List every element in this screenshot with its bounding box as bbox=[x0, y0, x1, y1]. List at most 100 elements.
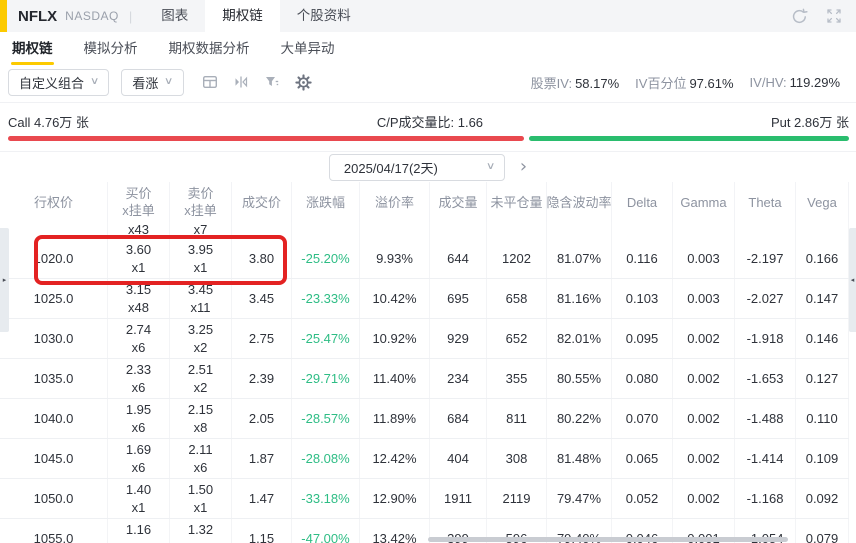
volume-value: 644 bbox=[447, 251, 469, 266]
top-tab[interactable]: 图表 bbox=[144, 0, 205, 32]
bid-cell[interactable]: 3.60 x1 bbox=[108, 239, 170, 278]
bid-cell[interactable]: 1.16 bbox=[108, 519, 170, 543]
table-header: 行权价 买价 x挂单 卖价 x挂单 成交价 涨跌幅 溢价率 成交量 未平仓量 隐… bbox=[0, 182, 849, 222]
chevron-down-icon: ∨ bbox=[89, 76, 100, 87]
column-header: 卖价 x挂单 bbox=[170, 182, 232, 222]
open-interest-value: 308 bbox=[505, 451, 528, 466]
change-cell bbox=[292, 222, 360, 239]
right-panel-handle[interactable]: ◂ bbox=[849, 228, 856, 332]
sub-tab-label: 期权数据分析 bbox=[168, 41, 250, 56]
delta-cell bbox=[612, 222, 673, 239]
refresh-icon[interactable] bbox=[791, 8, 808, 25]
open-interest-value: 355 bbox=[505, 371, 528, 386]
iv-value: 81.48% bbox=[556, 451, 602, 466]
ask-cell[interactable]: 2.51 x2 bbox=[170, 359, 232, 398]
gear-icon[interactable] bbox=[295, 73, 312, 91]
premium-value: 12.90% bbox=[372, 491, 417, 506]
fullscreen-icon[interactable] bbox=[826, 8, 842, 24]
bid-cell[interactable]: 1.95 x6 bbox=[108, 399, 170, 438]
volume-value: 929 bbox=[447, 331, 469, 346]
last-price-cell: 3.80 bbox=[232, 239, 292, 278]
mirror-layout-icon[interactable] bbox=[233, 74, 249, 90]
change-value: -25.20% bbox=[301, 251, 350, 266]
stock-iv-stat: 股票IV: 58.17% bbox=[531, 73, 620, 92]
top-tab[interactable]: 期权链 bbox=[205, 0, 280, 32]
left-panel-handle[interactable]: ▸ bbox=[0, 228, 9, 332]
partial-top-row[interactable]: x43 x7 bbox=[0, 222, 849, 239]
custom-combo-label: 自定义组合 bbox=[19, 75, 85, 91]
bid-cell[interactable]: 2.33 x6 bbox=[108, 359, 170, 398]
top-tab-label: 个股资料 bbox=[296, 8, 351, 23]
expiry-select[interactable]: 2025/04/17(2天) ∨ bbox=[328, 153, 505, 181]
ask-price: 3.45 bbox=[187, 281, 214, 297]
filter-icon[interactable] bbox=[264, 74, 280, 90]
last-price-cell: 2.05 bbox=[232, 399, 292, 438]
bid-cell[interactable]: 1.40 x1 bbox=[108, 479, 170, 518]
strike-value: 1040.0 bbox=[33, 411, 74, 426]
horizontal-scrollbar[interactable] bbox=[428, 537, 788, 542]
volume-value: 1911 bbox=[444, 491, 472, 506]
top-tab[interactable]: 个股资料 bbox=[280, 0, 368, 32]
column-header-line1: 隐含波动率 bbox=[547, 194, 612, 210]
table-row[interactable]: 1025.0 3.15 x48 3.45 x11 3.45 -23.33% 10.4… bbox=[0, 279, 849, 319]
ask-cell[interactable]: 3.45 x11 bbox=[170, 279, 232, 318]
table-row[interactable]: 1030.0 2.74 x6 3.25 x2 2.75 -25.47% 10.92%… bbox=[0, 319, 849, 359]
ask-cell[interactable]: 3.25 x2 bbox=[170, 319, 232, 358]
last-price-cell: 3.45 bbox=[232, 279, 292, 318]
gamma-value: 0.002 bbox=[687, 491, 720, 506]
column-header: Theta bbox=[735, 182, 796, 222]
change-cell: -25.47% bbox=[292, 319, 360, 358]
ask-cell[interactable]: 2.11 x6 bbox=[170, 439, 232, 478]
expiry-value: 2025/04/17(2天) bbox=[343, 160, 438, 176]
ask-cell[interactable]: 2.15 x8 bbox=[170, 399, 232, 438]
premium-cell: 13.42% bbox=[360, 519, 430, 543]
iv-cell bbox=[547, 222, 612, 239]
ask-cell[interactable]: 1.32 bbox=[170, 519, 232, 543]
ask-cell[interactable]: 3.95 x1 bbox=[170, 239, 232, 278]
iv-value: 80.22% bbox=[556, 411, 602, 426]
gamma-value: 0.002 bbox=[687, 411, 720, 426]
change-value: -33.18% bbox=[301, 491, 350, 506]
bid-size: x6 bbox=[131, 459, 146, 475]
board-view-icon[interactable] bbox=[202, 74, 218, 90]
table-row[interactable]: 1040.0 1.95 x6 2.15 x8 2.05 -28.57% 11.89%… bbox=[0, 399, 849, 439]
table-row[interactable]: 1050.0 1.40 x1 1.50 x1 1.47 -33.18% 12.90%… bbox=[0, 479, 849, 519]
direction-select-button[interactable]: 看涨 ∨ bbox=[121, 68, 184, 96]
vega-value: 0.110 bbox=[806, 411, 838, 426]
sub-tab[interactable]: 期权数据分析 bbox=[167, 34, 252, 60]
sub-tab[interactable]: 期权链 bbox=[10, 34, 55, 65]
vega-cell bbox=[796, 222, 849, 239]
bid-price: 1.40 bbox=[125, 481, 152, 497]
bid-cell[interactable]: 2.74 x6 bbox=[108, 319, 170, 358]
bid-cell[interactable]: 1.69 x6 bbox=[108, 439, 170, 478]
change-cell: -28.08% bbox=[292, 439, 360, 478]
last-price-cell: 2.75 bbox=[232, 319, 292, 358]
open-interest-cell: 355 bbox=[487, 359, 547, 398]
sub-tab-label: 大单异动 bbox=[280, 41, 335, 56]
ask-size: x8 bbox=[193, 419, 208, 435]
bid-size: x48 bbox=[128, 299, 149, 315]
table-row[interactable]: 1020.0 3.60 x1 3.95 x1 3.80 -25.20% 9.93% … bbox=[0, 239, 849, 279]
premium-cell: 10.92% bbox=[360, 319, 430, 358]
bid-cell[interactable]: 3.15 x48 bbox=[108, 279, 170, 318]
table-row[interactable]: 1045.0 1.69 x6 2.11 x6 1.87 -28.08% 12.42%… bbox=[0, 439, 849, 479]
iv-value: 81.16% bbox=[556, 291, 602, 306]
column-header-line1: 买价 bbox=[125, 186, 152, 201]
change-value: -23.33% bbox=[301, 291, 350, 306]
last-price: 3.45 bbox=[248, 291, 275, 306]
open-interest-value: 2119 bbox=[502, 491, 531, 506]
sub-tab[interactable]: 模拟分析 bbox=[82, 34, 140, 60]
delta-value: 0.052 bbox=[625, 491, 659, 506]
iv-cell: 81.16% bbox=[547, 279, 612, 318]
table-row[interactable]: 1035.0 2.33 x6 2.51 x2 2.39 -29.71% 11.40%… bbox=[0, 359, 849, 399]
custom-combo-button[interactable]: 自定义组合 ∨ bbox=[8, 68, 110, 96]
volume-value: 234 bbox=[447, 371, 469, 386]
gamma-value: 0.003 bbox=[687, 291, 720, 306]
sub-tab[interactable]: 大单异动 bbox=[279, 34, 337, 60]
change-cell: -33.18% bbox=[292, 479, 360, 518]
next-expiry-button[interactable]: › bbox=[520, 158, 527, 176]
ask-cell[interactable]: 1.50 x1 bbox=[170, 479, 232, 518]
call-put-section: Call 4.76万 张 C/P成交量比: 1.66 Put 2.86万 张 bbox=[0, 103, 856, 152]
strike-value: 1020.0 bbox=[33, 251, 74, 266]
last-price-cell: 1.15 bbox=[232, 519, 292, 543]
